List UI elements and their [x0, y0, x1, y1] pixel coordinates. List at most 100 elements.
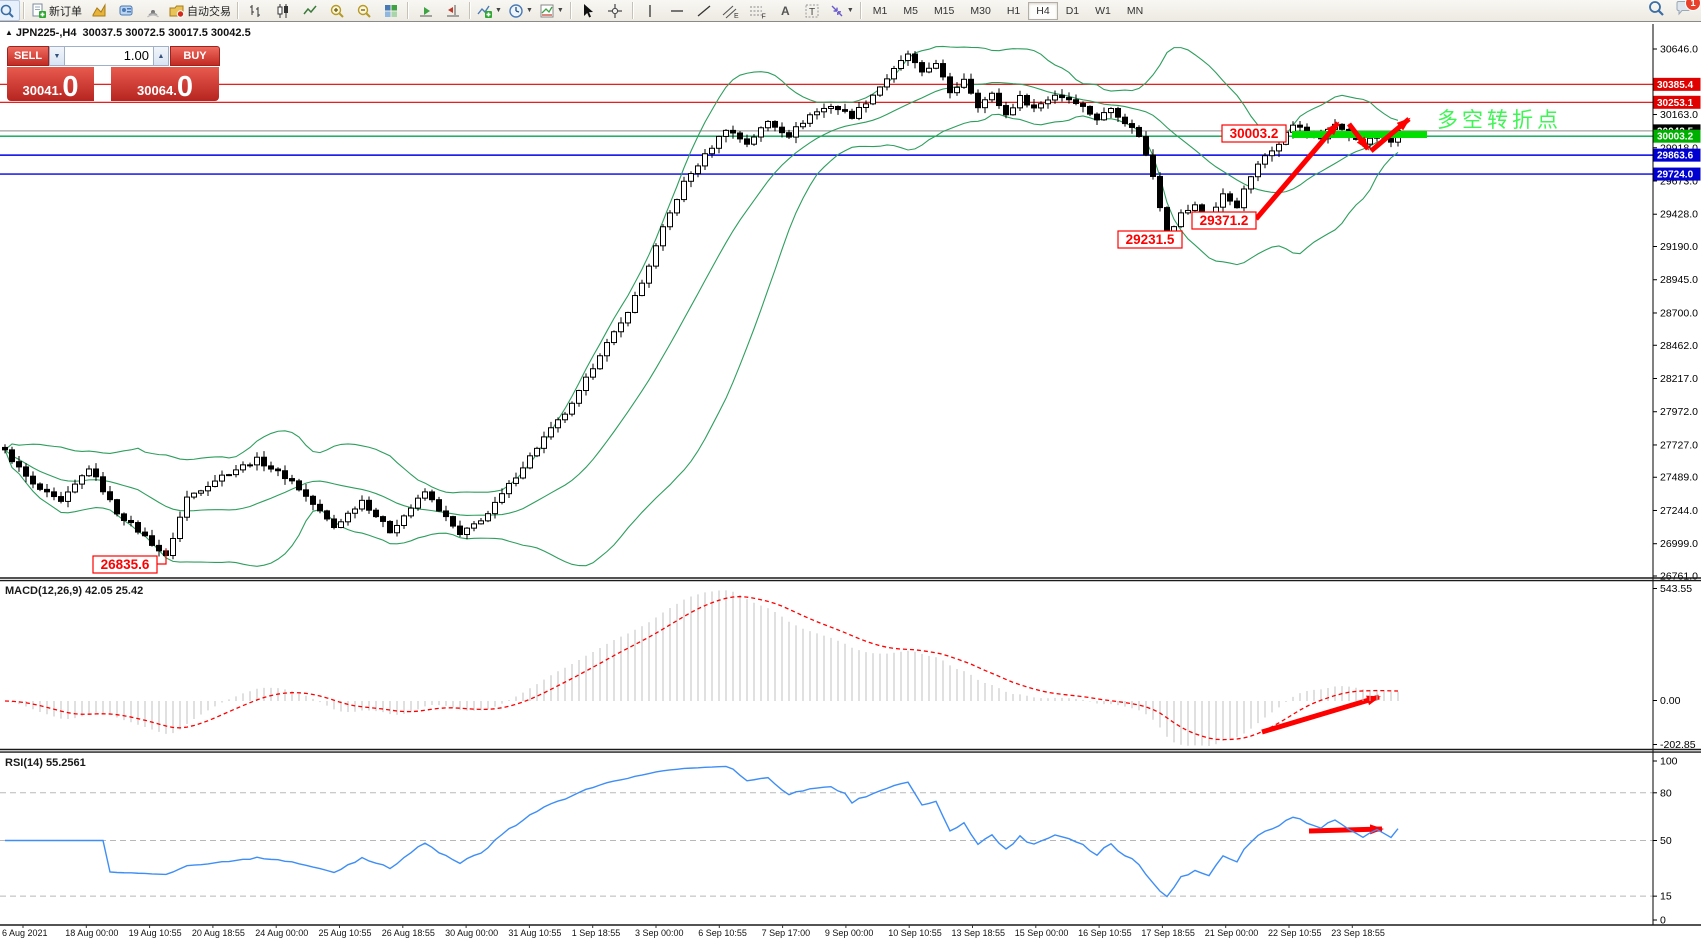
- toolbar-search-icon[interactable]: [1648, 0, 1665, 22]
- chart-window-title[interactable]: ▲JPN225-,H430037.5 30072.5 30017.5 30042…: [5, 27, 251, 39]
- autotrade-button[interactable]: 自动交易: [166, 0, 234, 21]
- buy-price-pip: 0: [177, 75, 193, 100]
- crosshair-tool[interactable]: [602, 0, 629, 21]
- clock-icon: [508, 3, 524, 19]
- tab-timeframe-m30[interactable]: M30: [962, 2, 998, 20]
- buy-price-display[interactable]: 30064.0: [111, 67, 219, 101]
- separator: [407, 2, 409, 19]
- separator: [237, 2, 239, 19]
- date-axis-label: 20 Aug 18:55: [192, 928, 245, 938]
- notifications-icon[interactable]: 1: [1675, 0, 1693, 21]
- autotrade-icon: [169, 3, 185, 19]
- price-annotation-text: 29371.2: [1200, 213, 1249, 228]
- tab-timeframe-mn[interactable]: MN: [1119, 2, 1151, 20]
- separator: [570, 2, 572, 19]
- collapse-icon[interactable]: ▲: [5, 28, 13, 37]
- channel-letter: E: [734, 13, 739, 19]
- volume-input[interactable]: 1.00: [65, 46, 153, 66]
- fibonacci-tool[interactable]: F: [745, 0, 772, 21]
- price-axis-tick: 30163.0: [1660, 109, 1698, 121]
- new-order-button[interactable]: 新订单: [28, 0, 85, 21]
- price-annotation-text: 26835.6: [101, 557, 150, 572]
- autotrade-label: 自动交易: [187, 3, 231, 19]
- symbol-title: JPN225-,H4: [16, 27, 77, 39]
- search-icon[interactable]: [0, 0, 20, 21]
- sell-button[interactable]: SELL: [7, 46, 49, 66]
- tab-timeframe-m15[interactable]: M15: [926, 2, 962, 20]
- text-label-tool[interactable]: T: [799, 0, 826, 21]
- dropdown-caret: ▼: [495, 7, 502, 14]
- rsi-axis-label: 80: [1660, 787, 1672, 799]
- rsi-axis-label: 15: [1660, 891, 1672, 903]
- price-badge-text: 30003.2: [1657, 132, 1694, 143]
- fibo-letter: F: [762, 13, 766, 19]
- price-badge-text: 30385.4: [1657, 80, 1694, 91]
- tab-timeframe-h1[interactable]: H1: [999, 2, 1028, 20]
- date-axis-label: 9 Sep 00:00: [825, 928, 874, 938]
- indicators-icon: [477, 3, 493, 19]
- date-axis-label: 26 Aug 18:55: [382, 928, 435, 938]
- template-icon: [539, 3, 555, 19]
- vertical-line-tool[interactable]: [637, 0, 664, 21]
- tab-timeframe-m5[interactable]: M5: [895, 2, 926, 20]
- chart-canvas[interactable]: 30003.229371.229231.526835.6多空转折点MACD(12…: [0, 0, 1701, 939]
- new-order-icon: [31, 3, 47, 19]
- dropdown-caret: ▼: [526, 7, 533, 14]
- tile-windows-icon[interactable]: [377, 0, 404, 21]
- zoom-in-icon[interactable]: [323, 0, 350, 21]
- red-arrow-4[interactable]: [1309, 829, 1382, 831]
- date-axis-label: 30 Aug 00:00: [445, 928, 498, 938]
- auto-scroll-icon[interactable]: [412, 0, 439, 21]
- line-chart-icon[interactable]: [296, 0, 323, 21]
- volume-decrease-button[interactable]: ▼: [49, 46, 65, 66]
- date-axis-label: 23 Sep 18:55: [1331, 928, 1385, 938]
- sell-price-display[interactable]: 30041.0: [7, 67, 94, 101]
- trendline-tool[interactable]: [691, 0, 718, 21]
- text-tool[interactable]: A: [772, 0, 799, 21]
- sell-price-main: 30041: [23, 83, 59, 100]
- dropdown-caret: ▼: [847, 7, 854, 14]
- macd-label: MACD(12,26,9) 42.05 25.42: [5, 585, 143, 597]
- date-axis-label: 17 Sep 18:55: [1141, 928, 1195, 938]
- date-axis-label: 3 Sep 00:00: [635, 928, 684, 938]
- separator: [632, 2, 634, 19]
- templates-button[interactable]: ▼: [536, 0, 567, 21]
- sell-price-pip: 0: [62, 75, 78, 100]
- rsi-axis-label: 50: [1660, 835, 1672, 847]
- date-axis-label: 13 Sep 18:55: [952, 928, 1006, 938]
- one-click-trade-panel: SELL ▼ 1.00 ▲ BUY 30041.0 30064.0: [7, 46, 220, 101]
- price-annotation-text: 30003.2: [1230, 126, 1279, 141]
- zoom-out-icon[interactable]: [350, 0, 377, 21]
- rsi-label: RSI(14) 55.2561: [5, 757, 86, 769]
- macd-axis-label: 543.55: [1660, 583, 1692, 595]
- buy-price-main: 30064: [137, 83, 173, 100]
- volume-increase-button[interactable]: ▲: [153, 46, 169, 66]
- buy-button[interactable]: BUY: [170, 46, 220, 66]
- candlestick-icon[interactable]: [269, 0, 296, 21]
- tab-timeframe-m1[interactable]: M1: [865, 2, 896, 20]
- cn-turning-point-label[interactable]: 多空转折点: [1437, 109, 1562, 132]
- indicators-button[interactable]: ▼: [474, 0, 505, 21]
- ohlc-bars-icon[interactable]: [242, 0, 269, 21]
- main-toolbar: 新订单 自动交易 ▼ ▼: [0, 0, 1701, 22]
- date-axis-label: 22 Sep 10:55: [1268, 928, 1322, 938]
- channel-tool[interactable]: E: [718, 0, 745, 21]
- date-axis-label: 19 Aug 10:55: [129, 928, 182, 938]
- tab-timeframe-d1[interactable]: D1: [1058, 2, 1087, 20]
- price-axis-tick: 27244.0: [1660, 505, 1698, 517]
- periods-button[interactable]: ▼: [505, 0, 536, 21]
- price-axis-tick: 26999.0: [1660, 538, 1698, 550]
- date-axis-label: 24 Aug 00:00: [255, 928, 308, 938]
- horizontal-line-tool[interactable]: [664, 0, 691, 21]
- chart-shift-icon[interactable]: [439, 0, 466, 21]
- market-watch-icon[interactable]: [85, 0, 112, 21]
- dropdown-caret: ▼: [557, 7, 564, 14]
- data-window-icon[interactable]: [112, 0, 139, 21]
- cursor-tool[interactable]: [575, 0, 602, 21]
- signals-icon[interactable]: [139, 0, 166, 21]
- date-axis-label: 16 Sep 10:55: [1078, 928, 1132, 938]
- shapes-arrows-button[interactable]: ▼: [826, 0, 857, 21]
- tab-timeframe-w1[interactable]: W1: [1087, 2, 1119, 20]
- new-order-label: 新订单: [49, 3, 82, 19]
- tab-timeframe-h4[interactable]: H4: [1028, 2, 1057, 20]
